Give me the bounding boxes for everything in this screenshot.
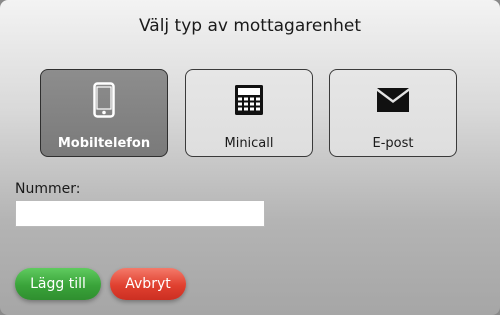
number-input[interactable] xyxy=(15,200,265,227)
email-type-label: E-post xyxy=(372,136,414,151)
mobile-phone-type-button[interactable]: Mobiltelefon xyxy=(40,69,168,157)
email-type-button[interactable]: E-post xyxy=(329,69,457,157)
mobile-phone-icon xyxy=(41,82,167,118)
dialog-title: Välj typ av mottagarenhet xyxy=(138,16,362,36)
minicall-type-label: Minicall xyxy=(224,136,274,151)
calculator-icon xyxy=(186,82,312,118)
cancel-button[interactable]: Avbryt xyxy=(110,268,186,300)
device-type-selector: Mobiltelefon Minicall E-post xyxy=(40,69,460,159)
add-button[interactable]: Lägg till xyxy=(15,268,101,300)
mobile-phone-type-label: Mobiltelefon xyxy=(57,136,151,151)
envelope-icon xyxy=(330,82,456,118)
select-receiver-dialog: Välj typ av mottagarenhet Mobiltelefon M… xyxy=(0,0,500,315)
number-label: Nummer: xyxy=(15,181,81,197)
minicall-type-button[interactable]: Minicall xyxy=(185,69,313,157)
